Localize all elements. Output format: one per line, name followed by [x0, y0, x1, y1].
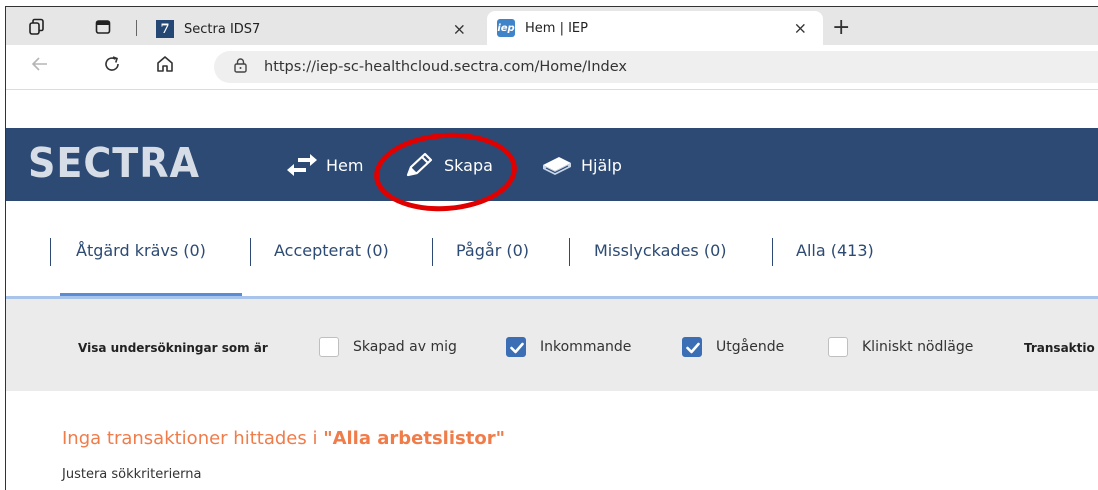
tab-title: Sectra IDS7	[184, 21, 261, 37]
tab-accepterat[interactable]: Accepterat (0)	[274, 241, 389, 260]
checkbox-label: Inkommande	[540, 339, 632, 355]
reload-icon[interactable]	[102, 54, 122, 79]
nav-hjalp[interactable]: Hjälp	[541, 151, 622, 179]
filter-label: Visa undersökningar som är	[78, 341, 268, 355]
sectra-7-favicon: 7	[156, 20, 174, 38]
tab-divider	[250, 238, 251, 266]
close-icon[interactable]: ×	[794, 19, 807, 38]
close-icon[interactable]: ×	[453, 20, 466, 39]
checkmark-icon	[510, 342, 524, 354]
tab-divider	[569, 238, 570, 266]
workspaces-icon[interactable]	[26, 16, 48, 38]
nav-label: Hem	[326, 155, 364, 175]
tab-title: Hem | IEP	[525, 20, 588, 36]
nav-hem[interactable]: Hem	[286, 151, 363, 179]
nav-label: Hjälp	[581, 155, 622, 175]
checkbox-label: Skapad av mig	[353, 339, 457, 355]
tab-divider	[432, 238, 433, 266]
url-text: https://iep-sc-healthcloud.sectra.com/Ho…	[264, 59, 627, 75]
swap-arrows-icon	[287, 154, 317, 176]
back-arrow-icon[interactable]	[30, 54, 50, 79]
tab-alla[interactable]: Alla (413)	[796, 241, 874, 260]
transaction-filter-label: Transaktio	[1024, 341, 1095, 355]
lock-icon[interactable]	[234, 58, 247, 73]
tab-atgard-kravs[interactable]: Åtgärd krävs (0)	[76, 241, 206, 260]
tab-pagar[interactable]: Pågår (0)	[456, 241, 529, 260]
no-results-message: Inga transaktioner hittades i "Alla arbe…	[62, 428, 505, 449]
checkbox-inkommande[interactable]	[506, 337, 526, 357]
tab-actions-icon[interactable]	[92, 16, 114, 38]
tab-hem-iep[interactable]: iep Hem | IEP ×	[487, 11, 823, 45]
sectra-logo[interactable]: SECTRA	[28, 139, 200, 187]
iep-favicon: iep	[497, 19, 515, 37]
tab-divider	[772, 238, 773, 266]
pencil-icon	[406, 152, 433, 177]
home-icon[interactable]	[155, 54, 175, 79]
worklist-name: "Alla arbetslistor"	[323, 428, 505, 449]
checkbox-utgaende[interactable]	[682, 337, 702, 357]
url-field[interactable]: https://iep-sc-healthcloud.sectra.com/Ho…	[214, 51, 1098, 83]
tab-misslyckades[interactable]: Misslyckades (0)	[594, 241, 727, 260]
checkbox-skapad-av-mig[interactable]	[319, 337, 339, 357]
results-area: Inga transaktioner hittades i "Alla arbe…	[6, 391, 1098, 490]
checkbox-label: Kliniskt nödläge	[862, 339, 974, 355]
book-icon	[543, 157, 571, 175]
adjust-criteria-hint: Justera sökkriterierna	[62, 467, 202, 482]
checkbox-label: Utgående	[716, 339, 785, 355]
no-results-text: Inga transaktioner hittades i	[62, 428, 324, 449]
browser-window: 7 Sectra IDS7 × iep Hem | IEP × + https:…	[5, 6, 1098, 490]
app-header: SECTRA Hem Skapa Hjälp	[6, 128, 1098, 201]
tab-separator	[136, 20, 137, 36]
new-tab-button[interactable]: +	[832, 15, 850, 40]
tab-strip: 7 Sectra IDS7 × iep Hem | IEP × +	[6, 7, 1098, 45]
checkmark-icon	[686, 342, 700, 354]
tab-divider	[50, 238, 51, 266]
nav-label: Skapa	[444, 155, 493, 175]
nav-skapa[interactable]: Skapa	[404, 151, 493, 179]
worklist-tabs: Åtgärd krävs (0) Accepterat (0) Pågår (0…	[6, 201, 1098, 297]
checkbox-kliniskt-nodlage[interactable]	[828, 337, 848, 357]
address-bar: https://iep-sc-healthcloud.sectra.com/Ho…	[6, 45, 1098, 90]
tab-sectra-ids7[interactable]: 7 Sectra IDS7 ×	[146, 13, 482, 45]
filter-bar: Visa undersökningar som är Skapad av mig…	[6, 299, 1098, 391]
